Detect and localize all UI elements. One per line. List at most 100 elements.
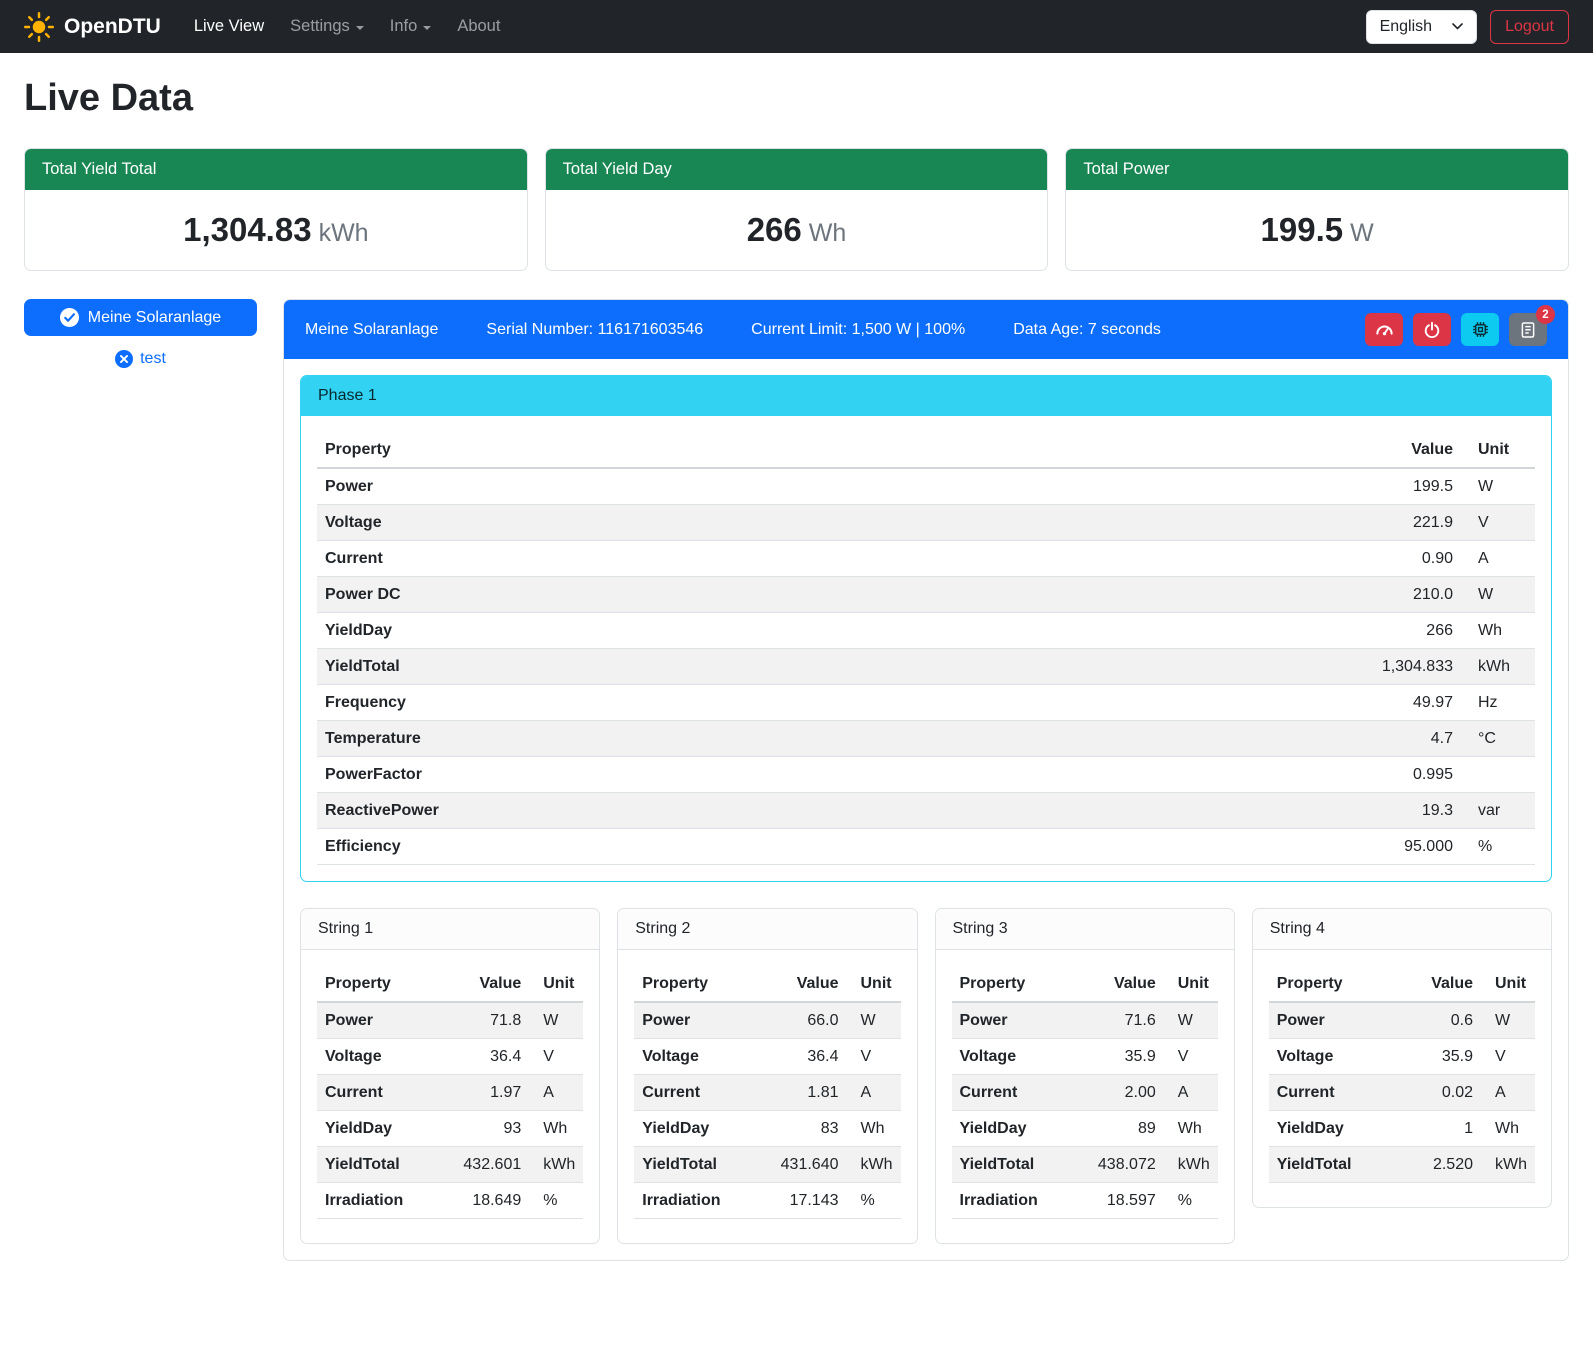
- value-cell: 66.0: [753, 1002, 846, 1039]
- inverter-actions: 2: [1365, 313, 1547, 346]
- power-button[interactable]: [1413, 313, 1451, 346]
- property-cell: YieldTotal: [317, 1147, 436, 1183]
- event-log-button[interactable]: 2: [1509, 313, 1547, 346]
- device-info-button[interactable]: [1461, 313, 1499, 346]
- property-cell: Voltage: [952, 1039, 1071, 1075]
- nav-settings-label: Settings: [290, 17, 350, 36]
- value-cell: 438.072: [1070, 1147, 1163, 1183]
- table-row: Current 2.00 A: [952, 1075, 1218, 1111]
- value-cell: 432.601: [436, 1147, 529, 1183]
- unit-cell: V: [529, 1039, 583, 1075]
- value-cell: 199.5: [1001, 468, 1461, 505]
- unit-cell: W: [1461, 577, 1535, 613]
- inverter-select-button[interactable]: Meine Solaranlage: [24, 299, 257, 336]
- property-cell: Frequency: [317, 685, 1001, 721]
- summary-card-value: 1,304.83: [183, 211, 311, 248]
- nav-live-view-label: Live View: [194, 17, 264, 36]
- property-cell: Voltage: [1269, 1039, 1399, 1075]
- inverter-item-test[interactable]: test: [24, 350, 257, 368]
- unit-cell: W: [529, 1002, 583, 1039]
- unit-cell: °C: [1461, 721, 1535, 757]
- table-header-row: Property Value Unit: [317, 432, 1535, 468]
- column-header-property: Property: [317, 432, 1001, 468]
- property-cell: YieldDay: [634, 1111, 753, 1147]
- table-row: YieldDay 89 Wh: [952, 1111, 1218, 1147]
- property-cell: Irradiation: [634, 1183, 753, 1219]
- unit-cell: kWh: [847, 1147, 901, 1183]
- limit-settings-button[interactable]: [1365, 313, 1403, 346]
- table-row: YieldTotal 2.520 kWh: [1269, 1147, 1535, 1183]
- table-row: Current 0.90 A: [317, 541, 1535, 577]
- unit-cell: %: [1461, 829, 1535, 865]
- notification-badge: 2: [1536, 305, 1555, 324]
- column-header-value: Value: [1070, 966, 1163, 1002]
- gauge-icon: [1375, 320, 1394, 339]
- column-header-property: Property: [634, 966, 753, 1002]
- string-card-2: String 2 Property Value Unit: [617, 908, 917, 1244]
- property-cell: YieldDay: [952, 1111, 1071, 1147]
- table-row: ReactivePower 19.3 var: [317, 793, 1535, 829]
- unit-cell: Wh: [1481, 1111, 1535, 1147]
- table-row: YieldDay 83 Wh: [634, 1111, 900, 1147]
- table-row: Irradiation 18.649 %: [317, 1183, 583, 1219]
- journal-icon: [1519, 321, 1537, 339]
- nav-info[interactable]: Info: [377, 9, 445, 44]
- column-header-unit: Unit: [1164, 966, 1218, 1002]
- property-cell: Voltage: [317, 505, 1001, 541]
- table-row: Voltage 36.4 V: [317, 1039, 583, 1075]
- unit-cell: W: [1481, 1002, 1535, 1039]
- string-card-3: String 3 Property Value Unit: [935, 908, 1235, 1244]
- property-cell: Current: [634, 1075, 753, 1111]
- summary-card-title: Total Yield Total: [25, 149, 527, 190]
- value-cell: 2.00: [1070, 1075, 1163, 1111]
- unit-cell: var: [1461, 793, 1535, 829]
- value-cell: 18.597: [1070, 1183, 1163, 1219]
- unit-cell: Wh: [1164, 1111, 1218, 1147]
- unit-cell: A: [1481, 1075, 1535, 1111]
- table-header-row: Property Value Unit: [634, 966, 900, 1002]
- summary-card-yield-day: Total Yield Day 266Wh: [545, 148, 1049, 271]
- unit-cell: V: [1481, 1039, 1535, 1075]
- string-table: Property Value Unit Power: [1269, 966, 1535, 1183]
- value-cell: 0.90: [1001, 541, 1461, 577]
- nav-about[interactable]: About: [444, 9, 513, 44]
- value-cell: 4.7: [1001, 721, 1461, 757]
- table-row: Temperature 4.7 °C: [317, 721, 1535, 757]
- nav-live-view[interactable]: Live View: [181, 9, 277, 44]
- property-cell: Current: [1269, 1075, 1399, 1111]
- property-cell: Power: [1269, 1002, 1399, 1039]
- summary-card-unit: kWh: [319, 219, 369, 247]
- brand[interactable]: OpenDTU: [24, 12, 161, 42]
- table-row: Power DC 210.0 W: [317, 577, 1535, 613]
- phase-table: Property Value Unit Power: [317, 432, 1535, 865]
- table-header-row: Property Value Unit: [1269, 966, 1535, 1002]
- value-cell: 1: [1398, 1111, 1481, 1147]
- summary-card-unit: W: [1350, 219, 1374, 247]
- nav-settings[interactable]: Settings: [277, 9, 377, 44]
- property-cell: Voltage: [317, 1039, 436, 1075]
- nav-info-label: Info: [390, 17, 418, 36]
- inverter-list: Meine Solaranlage test: [24, 299, 257, 368]
- summary-card-yield-total: Total Yield Total 1,304.83 kWh: [24, 148, 528, 271]
- property-cell: YieldTotal: [634, 1147, 753, 1183]
- property-cell: Temperature: [317, 721, 1001, 757]
- logout-button[interactable]: Logout: [1490, 10, 1569, 44]
- property-cell: YieldDay: [317, 1111, 436, 1147]
- unit-cell: [1461, 757, 1535, 793]
- summary-card-title: Total Yield Day: [546, 149, 1048, 190]
- column-header-value: Value: [1001, 432, 1461, 468]
- unit-cell: V: [1461, 505, 1535, 541]
- unit-cell: W: [847, 1002, 901, 1039]
- table-row: YieldDay 1 Wh: [1269, 1111, 1535, 1147]
- language-select[interactable]: English: [1366, 10, 1477, 44]
- property-cell: YieldTotal: [952, 1147, 1071, 1183]
- page-title: Live Data: [24, 77, 1569, 120]
- value-cell: 35.9: [1070, 1039, 1163, 1075]
- value-cell: 71.6: [1070, 1002, 1163, 1039]
- summary-cards: Total Yield Total 1,304.83 kWh Total Yiel…: [24, 148, 1569, 271]
- chevron-down-icon: [423, 26, 431, 30]
- table-row: YieldDay 266 Wh: [317, 613, 1535, 649]
- table-row: Frequency 49.97 Hz: [317, 685, 1535, 721]
- unit-cell: A: [1461, 541, 1535, 577]
- value-cell: 83: [753, 1111, 846, 1147]
